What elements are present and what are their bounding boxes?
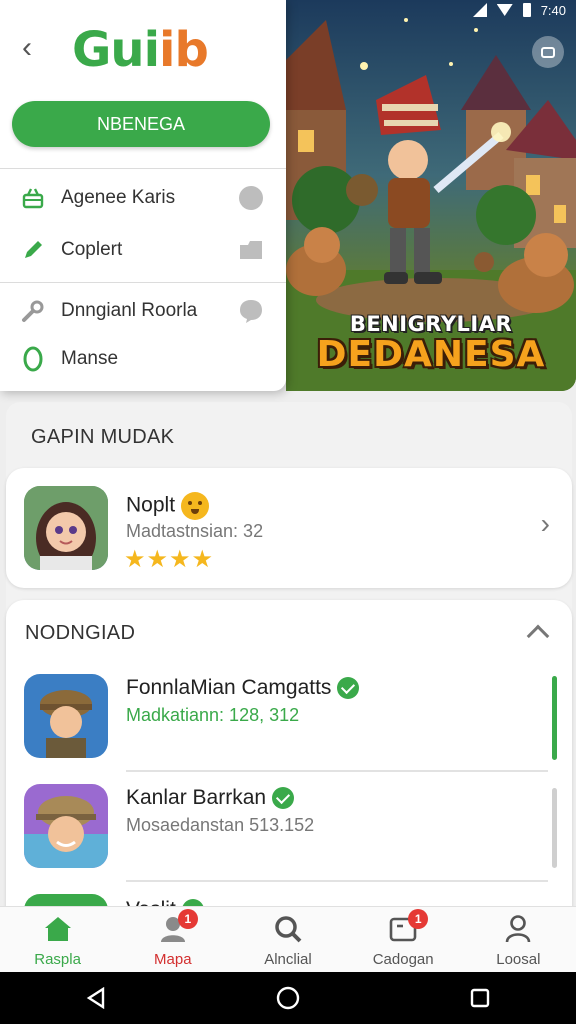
list-section-title: NODNGIAD: [25, 622, 136, 644]
logo-text-green: Gui: [72, 22, 160, 78]
person-icon: 1: [158, 909, 198, 943]
inbox-icon: 1: [388, 909, 429, 943]
app-logo: Guiib: [72, 22, 209, 78]
nav-item-search[interactable]: Alnclial: [230, 907, 345, 973]
app-name: Kanlar Barrkan: [126, 786, 295, 810]
divider: [126, 770, 548, 772]
featured-app-avatar: [24, 486, 108, 570]
drawer-item-label: Dnngianl Roorla: [61, 300, 198, 321]
search-icon: [273, 915, 303, 943]
basket-icon: [20, 185, 46, 211]
ring-icon: [20, 346, 46, 372]
drawer-item-0[interactable]: Agenee Karis: [0, 176, 286, 220]
chevron-up-icon[interactable]: [526, 624, 550, 648]
nav-label: Mapa: [154, 951, 192, 968]
home-icon: [43, 915, 73, 943]
list-item[interactable]: Kanlar Barrkan Mosaedanstan 513.152: [6, 776, 572, 876]
hero-title: DEDANESA: [316, 334, 546, 375]
status-time: 7:40: [540, 2, 566, 18]
scroll-indicator[interactable]: [552, 788, 557, 868]
featured-section-title: GAPIN MUDAK: [31, 426, 175, 448]
profile-icon: [503, 915, 533, 943]
app-name-text: FonnlaMian Camgatts: [126, 676, 332, 699]
system-back-icon[interactable]: [76, 978, 116, 1018]
drawer-item-2[interactable]: Dnngianl Roorla: [0, 289, 286, 333]
navigation-drawer: ‹ Guiib NBENEGA Agenee Karis Coplert Dnn…: [0, 0, 286, 391]
drawer-item-label: Coplert: [61, 239, 123, 260]
circle-icon: [238, 185, 264, 211]
nav-label: Cadogan: [372, 951, 434, 968]
app-subtitle: Madkatiann: 128, 312: [126, 705, 300, 725]
featured-app-card[interactable]: Noplt Madtastnsian: 32 ★★★★ ›: [6, 468, 572, 588]
nav-label: Loosal: [496, 951, 541, 968]
status-bar: 7:40: [0, 0, 576, 20]
nav-item-inbox[interactable]: 1 Cadogan: [346, 907, 461, 973]
logo-text-orange: ib: [159, 22, 209, 78]
nav-label: Alnclial: [264, 951, 312, 968]
system-recents-icon[interactable]: [460, 978, 500, 1018]
chevron-right-icon[interactable]: ›: [541, 508, 550, 540]
pencil-icon: [20, 237, 46, 263]
smiley-icon: [181, 492, 210, 520]
list-card: NODNGIAD FonnlaMian Camgatts Madkatiann:…: [6, 600, 572, 926]
app-name-text: Kanlar Barrkan: [126, 786, 267, 809]
notification-badge: 1: [177, 909, 198, 929]
hero-subtitle: BENIGRYLIAR: [349, 312, 513, 336]
chat-bubble-icon: [238, 298, 264, 324]
notification-badge: 1: [408, 909, 429, 929]
divider: [126, 880, 548, 882]
app-subtitle: Mosaedanstan 513.152: [126, 815, 315, 835]
folder-icon: [238, 237, 264, 263]
app-icon-explorer: [24, 784, 108, 868]
drawer-item-label: Manse: [61, 348, 119, 369]
wrench-icon: [20, 298, 46, 324]
system-navigation-bar: [0, 972, 576, 1024]
signal-icon: [472, 3, 487, 17]
drawer-item-3[interactable]: Manse: [0, 337, 286, 381]
app-name: FonnlaMian Camgatts: [126, 676, 360, 700]
bottom-navigation: Raspla 1 Mapa Alnclial 1 Cadogan Loosal: [0, 906, 576, 972]
verified-badge-icon: [272, 787, 295, 810]
list-item[interactable]: FonnlaMian Camgatts Madkatiann: 128, 312: [6, 666, 572, 766]
wifi-icon: [496, 4, 513, 16]
nav-label: Raspla: [34, 951, 81, 968]
battery-icon: [522, 3, 531, 17]
featured-app-subtitle: Madtastnsian: 32: [126, 521, 264, 541]
nav-item-profile[interactable]: Loosal: [461, 907, 576, 973]
system-home-icon[interactable]: [268, 978, 308, 1018]
hero-banner[interactable]: BENIGRYLIAR DEDANESA: [286, 0, 576, 391]
hero-chat-icon[interactable]: [532, 36, 564, 68]
drawer-primary-button[interactable]: NBENEGA: [12, 101, 270, 147]
drawer-item-label: Agenee Karis: [61, 187, 176, 208]
nav-item-home[interactable]: Raspla: [0, 907, 115, 973]
app-icon-soldier: [24, 674, 108, 758]
featured-app-name: Noplt: [126, 492, 210, 520]
featured-app-name-text: Noplt: [126, 493, 176, 517]
divider: [0, 282, 286, 283]
scroll-indicator-active[interactable]: [552, 676, 557, 760]
drawer-item-1[interactable]: Coplert: [0, 228, 286, 272]
rating-stars: ★★★★: [124, 546, 215, 573]
verified-badge-icon: [337, 677, 360, 700]
nav-item-map[interactable]: 1 Mapa: [115, 907, 230, 973]
divider: [0, 168, 286, 169]
back-arrow-icon[interactable]: ‹: [22, 33, 44, 63]
content-panel: GAPIN MUDAK Noplt Madtastnsian: 32 ★★★★ …: [6, 402, 572, 926]
